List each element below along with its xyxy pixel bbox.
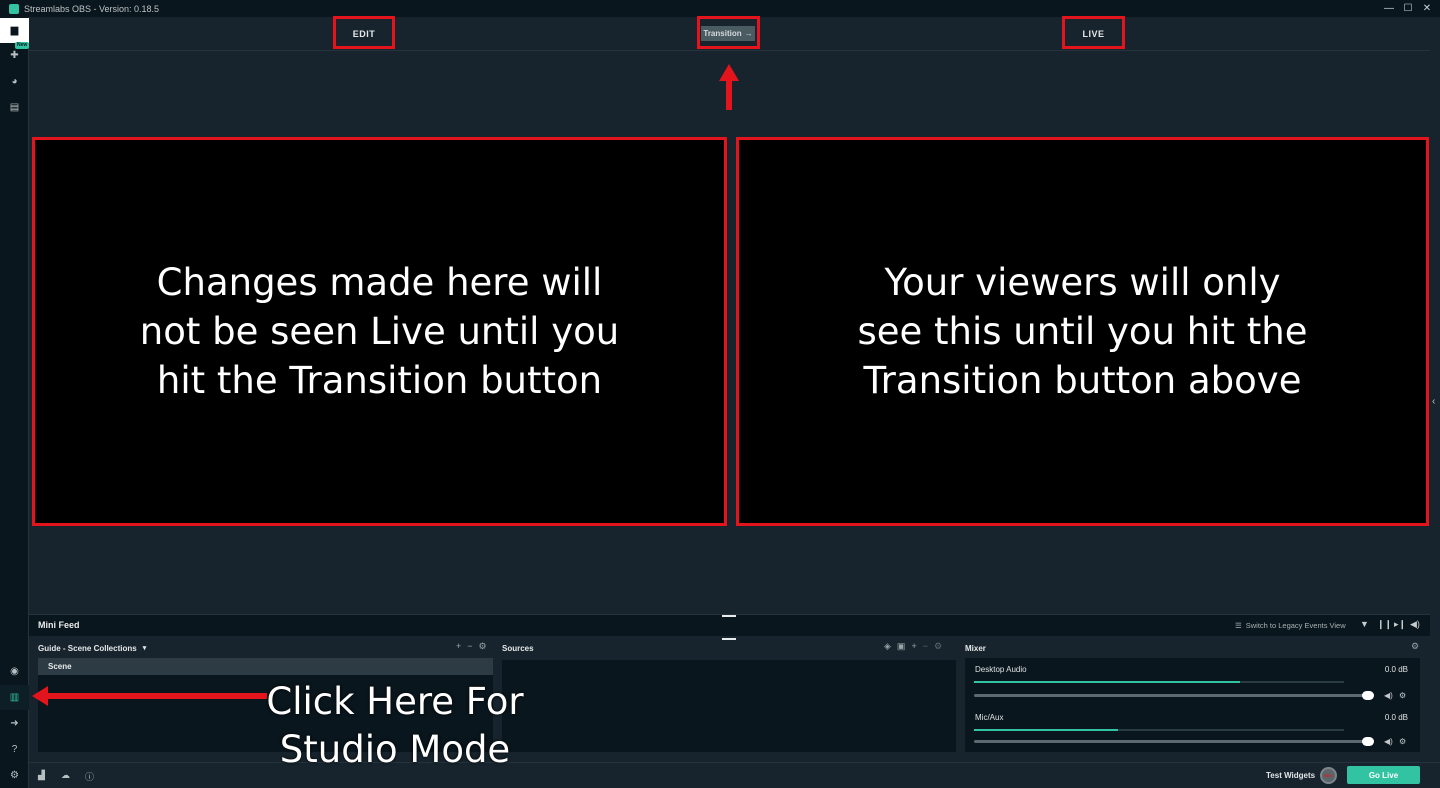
sidebar: ▆ ✚ New ◕ ▤ ◉ ▥ ➜ ? ⚙: [0, 17, 30, 788]
window-title: Streamlabs OBS - Version: 0.18.5: [24, 3, 160, 14]
desktop-audio-mute-icon[interactable]: ◀): [1384, 691, 1393, 700]
go-live-button[interactable]: Go Live: [1347, 766, 1420, 784]
scene-settings-icon[interactable]: ⚙: [479, 641, 487, 652]
remove-scene-icon[interactable]: −: [467, 641, 472, 652]
cloud-backup-icon[interactable]: ☁: [61, 770, 70, 781]
source-actions: ◈ ▣ + − ⚙: [884, 641, 942, 652]
themes-icon: ✚: [10, 50, 19, 61]
arrow-left-annotation: [32, 686, 48, 706]
filter-icon[interactable]: ▼: [1360, 619, 1369, 629]
mixer-panel: Desktop Audio 0.0 dB ◀) ⚙ Mic/Aux 0.0 dB…: [965, 658, 1420, 752]
pause-icon[interactable]: ❙❙: [1377, 619, 1392, 630]
editor-icon: ▆: [10, 25, 19, 36]
arrow-left-annotation-stem: [47, 693, 267, 699]
sidebar-logout-button[interactable]: ➜: [0, 711, 29, 736]
skip-icon[interactable]: ▸❙: [1394, 619, 1406, 630]
mixer-settings-icon[interactable]: ⚙: [1411, 641, 1419, 652]
mic-aux-db: 0.0 dB: [1384, 713, 1408, 722]
footer-bar: ▟ ☁ ⓘ Test Widgets REC Go Live: [29, 762, 1440, 788]
live-highlight-box: [1062, 16, 1125, 49]
sidebar-themes-button[interactable]: ✚ New: [0, 42, 30, 68]
live-preview-pane[interactable]: Your viewers will only see this until yo…: [736, 137, 1429, 526]
logout-icon: ➜: [10, 718, 19, 729]
studio-mode-button[interactable]: ▥: [0, 685, 29, 710]
app-window: Streamlabs OBS - Version: 0.18.5 — ☐ ✕ ▆…: [0, 0, 1440, 788]
studio-mode-icon: ▥: [9, 692, 20, 703]
resize-handle-bottom[interactable]: [722, 638, 736, 640]
mic-aux-volume-slider[interactable]: [974, 740, 1374, 743]
volume-icon[interactable]: ◀): [1410, 619, 1420, 630]
transition-highlight-box: [697, 16, 760, 49]
scene-collection-header[interactable]: Guide - Scene Collections ▾: [38, 641, 146, 655]
dashboard-icon: ◉: [10, 666, 19, 677]
mic-aux-label: Mic/Aux: [975, 713, 1004, 722]
collapse-chevron-left-icon[interactable]: ‹: [1432, 396, 1435, 407]
sidebar-store-button[interactable]: ▤: [0, 95, 29, 120]
scene-actions: + − ⚙: [456, 641, 487, 652]
info-icon[interactable]: ⓘ: [85, 770, 94, 783]
studio-mode-hint-line2: Studio Mode: [279, 728, 511, 771]
studio-mode-hint-line1: Click Here For: [266, 680, 524, 723]
resize-handle-top[interactable]: [722, 615, 736, 617]
sources-list: [502, 660, 956, 752]
title-bar: Streamlabs OBS - Version: 0.18.5 — ☐ ✕: [0, 0, 1440, 17]
arrow-up-annotation-stem: [726, 80, 732, 110]
source-settings-icon[interactable]: ⚙: [934, 641, 942, 652]
sources-title: Sources: [502, 643, 534, 653]
studio-mode-hint: Click Here For Studio Mode: [260, 678, 530, 774]
legacy-events-link[interactable]: ☰ Switch to Legacy Events View: [1235, 621, 1346, 630]
mixer-title: Mixer: [965, 643, 986, 653]
source-group-icon[interactable]: ◈: [884, 641, 891, 652]
desktop-audio-settings-icon[interactable]: ⚙: [1399, 691, 1406, 700]
desktop-audio-volume-slider[interactable]: [974, 694, 1374, 697]
add-scene-icon[interactable]: +: [456, 641, 461, 652]
test-widgets-button[interactable]: Test Widgets: [1266, 771, 1315, 780]
sidebar-editor-button[interactable]: ▆: [0, 18, 29, 43]
performance-icon[interactable]: ▟: [38, 770, 45, 781]
remove-source-icon[interactable]: −: [923, 641, 928, 652]
mic-aux-meter: [974, 729, 1344, 731]
add-source-icon[interactable]: +: [911, 641, 916, 652]
record-button[interactable]: REC: [1320, 767, 1337, 784]
new-badge: New: [15, 42, 30, 49]
desktop-audio-db: 0.0 dB: [1384, 665, 1408, 674]
live-pane-text: Your viewers will only see this until yo…: [857, 261, 1308, 402]
desktop-audio-label: Desktop Audio: [975, 665, 1027, 674]
sidebar-dashboard-button[interactable]: ◉: [0, 659, 29, 684]
edit-highlight-box: [333, 16, 395, 49]
desktop-audio-meter-fill: [974, 681, 1241, 683]
record-label: REC: [1324, 773, 1333, 778]
mini-feed: Mini Feed ☰ Switch to Legacy Events View…: [29, 614, 1430, 636]
chatbot-icon: ◕: [11, 76, 18, 87]
sidebar-chatbot-button[interactable]: ◕: [0, 69, 29, 94]
mic-aux-slider-knob[interactable]: [1362, 737, 1374, 746]
list-icon: ☰: [1235, 621, 1242, 630]
edit-pane-text: Changes made here will not be seen Live …: [139, 261, 620, 402]
folder-icon[interactable]: ▣: [897, 641, 906, 652]
mini-feed-title: Mini Feed: [38, 620, 80, 630]
close-button[interactable]: ✕: [1416, 0, 1438, 17]
mic-aux-meter-fill: [974, 729, 1119, 731]
sidebar-settings-button[interactable]: ⚙: [0, 763, 29, 788]
app-logo-icon: [9, 3, 19, 14]
desktop-audio-meter: [974, 681, 1344, 683]
settings-icon: ⚙: [10, 770, 19, 781]
edit-preview-pane[interactable]: Changes made here will not be seen Live …: [32, 137, 727, 526]
scene-collection-title: Guide - Scene Collections: [38, 643, 137, 653]
scene-item[interactable]: Scene: [38, 658, 493, 675]
mic-aux-mute-icon[interactable]: ◀): [1384, 737, 1393, 746]
caret-down-icon: ▾: [142, 645, 147, 652]
arrow-up-annotation: [719, 64, 739, 81]
sidebar-help-button[interactable]: ?: [0, 737, 29, 762]
store-icon: ▤: [9, 102, 20, 113]
desktop-audio-slider-knob[interactable]: [1362, 691, 1374, 700]
mic-aux-settings-icon[interactable]: ⚙: [1399, 737, 1406, 746]
help-icon: ?: [11, 744, 18, 755]
legacy-events-label: Switch to Legacy Events View: [1245, 621, 1346, 630]
